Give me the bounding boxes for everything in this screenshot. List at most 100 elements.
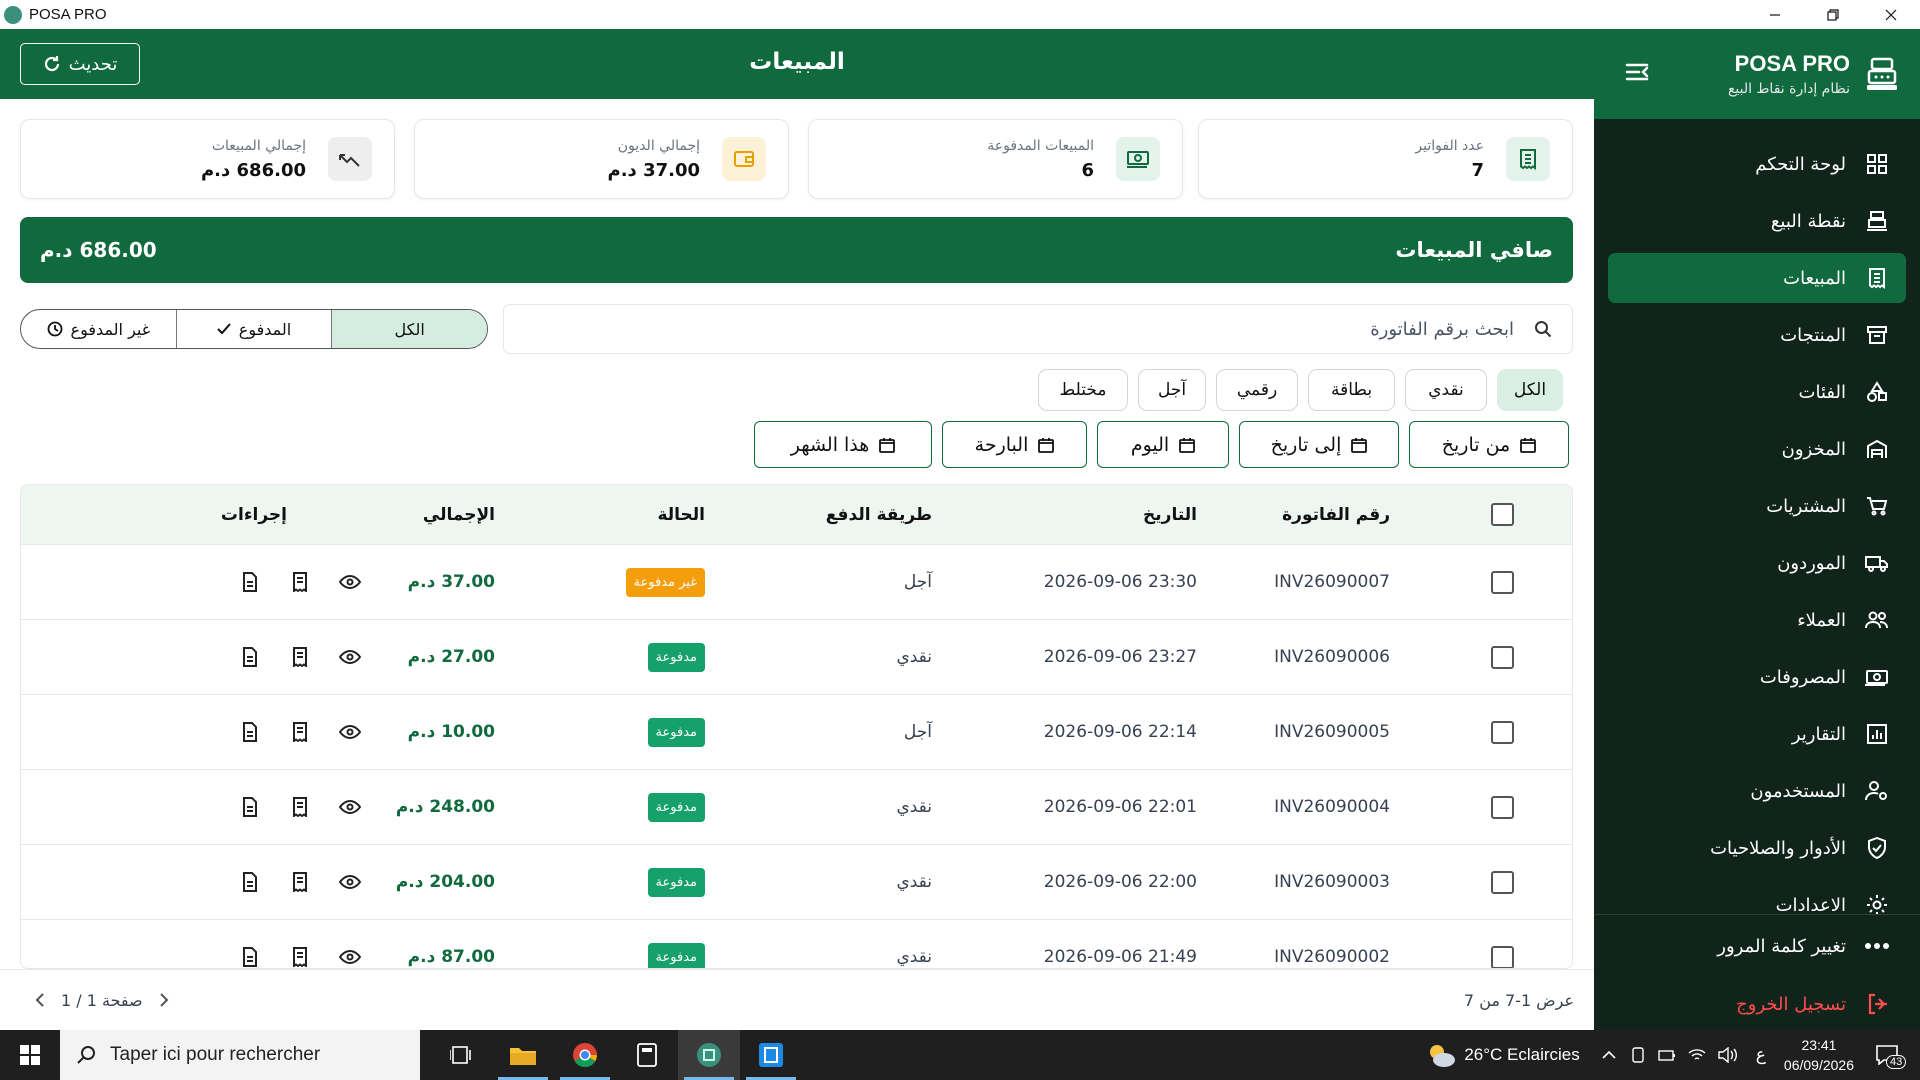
date-button-1[interactable]: إلى تاريخ — [1239, 421, 1399, 468]
table-row[interactable]: INV26090003 2026-09-06 22:00 نقدي مدفوعة 204… — [21, 845, 1572, 920]
notification-center[interactable]: 43 — [1876, 1045, 1907, 1069]
method-chip-3[interactable]: رقمي — [1216, 369, 1298, 411]
taskbar-search-icon — [76, 1045, 96, 1065]
print-receipt-icon[interactable] — [289, 796, 311, 818]
method-chip-0[interactable]: الكل — [1497, 369, 1563, 411]
sidebar-item-12[interactable]: الأدوار والصلاحيات — [1608, 823, 1906, 873]
pdf-document-icon[interactable] — [239, 721, 261, 743]
pdf-document-icon[interactable] — [239, 571, 261, 593]
receipt-icon — [1864, 265, 1890, 291]
row-checkbox[interactable] — [1491, 795, 1514, 819]
date-button-3[interactable]: البارحة — [942, 421, 1087, 468]
status-filter-all[interactable]: الكل — [331, 310, 487, 348]
app-blue-icon[interactable] — [740, 1030, 802, 1080]
sidebar-item-11[interactable]: المستخدمون — [1608, 766, 1906, 816]
archive-icon — [1864, 322, 1890, 348]
view-eye-icon[interactable] — [339, 871, 361, 893]
prev-page-icon[interactable] — [35, 992, 45, 1008]
sidebar-item-6[interactable]: المشتريات — [1608, 481, 1906, 531]
table-row[interactable]: INV26090004 2026-09-06 22:01 نقدي مدفوعة 248… — [21, 770, 1572, 845]
view-eye-icon[interactable] — [339, 571, 361, 593]
print-receipt-icon[interactable] — [289, 571, 311, 593]
row-checkbox[interactable] — [1491, 645, 1514, 669]
pdf-document-icon[interactable] — [239, 646, 261, 668]
table-row[interactable]: INV26090002 2026-09-06 21:49 نقدي مدفوعة 87.… — [21, 920, 1572, 968]
table-row[interactable]: INV26090006 2026-09-06 23:27 نقدي مدفوعة 27.… — [21, 620, 1572, 695]
sidebar-collapse-icon[interactable] — [1624, 61, 1650, 83]
sidebar-item-1[interactable]: نقطة البيع — [1608, 196, 1906, 246]
change-password-label: تغيير كلمة المرور — [1717, 935, 1846, 957]
wifi-icon[interactable] — [1688, 1048, 1706, 1062]
sidebar-item-10[interactable]: التقارير — [1608, 709, 1906, 759]
print-receipt-icon[interactable] — [289, 946, 311, 968]
sidebar-item-5[interactable]: المخزون — [1608, 424, 1906, 474]
print-receipt-icon[interactable] — [289, 871, 311, 893]
date-button-4[interactable]: هذا الشهر — [754, 421, 932, 468]
method-chip-1[interactable]: نقدي — [1405, 369, 1487, 411]
calculator-icon[interactable] — [616, 1030, 678, 1080]
change-password-button[interactable]: تغيير كلمة المرور — [1608, 921, 1906, 971]
logout-button[interactable]: تسجيل الخروج — [1608, 979, 1906, 1029]
refresh-button[interactable]: تحديث — [20, 43, 140, 85]
sidebar-item-3[interactable]: المنتجات — [1608, 310, 1906, 360]
print-receipt-icon[interactable] — [289, 646, 311, 668]
search-input[interactable] — [614, 318, 1514, 340]
window-titlebar: POSA PRO — [0, 0, 1920, 29]
taskbar-search[interactable]: Taper ici pour rechercher — [60, 1030, 420, 1080]
status-filter-paid[interactable]: المدفوع — [175, 310, 332, 348]
print-receipt-icon[interactable] — [289, 721, 311, 743]
restore-button[interactable] — [1804, 0, 1862, 29]
sidebar-item-label: المصروفات — [1759, 666, 1846, 688]
battery-icon[interactable] — [1658, 1048, 1676, 1062]
view-eye-icon[interactable] — [339, 721, 361, 743]
close-window-button[interactable] — [1862, 0, 1920, 29]
payment-method: نقدي — [896, 797, 932, 817]
table-row[interactable]: INV26090005 2026-09-06 22:14 آجل مدفوعة 10.0… — [21, 695, 1572, 770]
sidebar-item-4[interactable]: الفئات — [1608, 367, 1906, 417]
sidebar-item-7[interactable]: الموردون — [1608, 538, 1906, 588]
taskbar-clock[interactable]: 23:41 06/09/2026 — [1784, 1035, 1854, 1075]
payment-method: نقدي — [896, 947, 932, 967]
next-page-icon[interactable] — [159, 992, 169, 1008]
pdf-document-icon[interactable] — [239, 946, 261, 968]
chrome-icon[interactable] — [554, 1030, 616, 1080]
row-checkbox[interactable] — [1491, 720, 1514, 744]
invoice-total: 87.00 د.م — [407, 947, 495, 967]
input-language[interactable]: ع — [1756, 1045, 1766, 1065]
view-eye-icon[interactable] — [339, 646, 361, 668]
posa-pro-taskbar-icon[interactable] — [678, 1030, 740, 1080]
date-button-2[interactable]: اليوم — [1097, 421, 1229, 468]
date-button-0[interactable]: من تاريخ — [1409, 421, 1569, 468]
meet-icon[interactable] — [1630, 1047, 1646, 1063]
row-checkbox[interactable] — [1491, 945, 1514, 968]
sidebar-item-9[interactable]: المصروفات — [1608, 652, 1906, 702]
method-chip-2[interactable]: بطاقة — [1308, 369, 1395, 411]
check-icon — [217, 323, 231, 335]
sidebar-item-label: التقارير — [1791, 723, 1846, 745]
file-explorer-icon[interactable] — [492, 1030, 554, 1080]
page-header: المبيعات تحديث — [0, 29, 1594, 99]
method-chip-5[interactable]: مختلط — [1038, 369, 1128, 411]
pdf-document-icon[interactable] — [239, 796, 261, 818]
task-view-icon[interactable] — [430, 1030, 492, 1080]
volume-icon[interactable] — [1718, 1047, 1738, 1063]
tray-chevron-icon[interactable] — [1602, 1050, 1616, 1060]
view-eye-icon[interactable] — [339, 946, 361, 968]
view-eye-icon[interactable] — [339, 796, 361, 818]
windows-start-icon[interactable] — [0, 1030, 60, 1080]
stat-card-3: إجمالي المبيعات 686.00 د.م — [20, 119, 395, 199]
sidebar-item-8[interactable]: العملاء — [1608, 595, 1906, 645]
method-chip-4[interactable]: آجل — [1138, 369, 1206, 411]
row-checkbox[interactable] — [1491, 870, 1514, 894]
status-filter-unpaid[interactable]: غير المدفوع — [21, 310, 176, 348]
sidebar-item-0[interactable]: لوحة التحكم — [1608, 139, 1906, 189]
invoice-search[interactable] — [503, 304, 1573, 354]
row-checkbox[interactable] — [1491, 570, 1514, 594]
minimize-button[interactable] — [1746, 0, 1804, 29]
pdf-document-icon[interactable] — [239, 871, 261, 893]
select-all-checkbox[interactable] — [1491, 503, 1514, 526]
sidebar-item-2[interactable]: المبيعات — [1608, 253, 1906, 303]
table-row[interactable]: INV26090007 2026-09-06 23:30 آجل غير مدفوعة… — [21, 545, 1572, 620]
net-sales-value: 686.00 د.م — [40, 238, 157, 262]
weather-widget[interactable]: 26°C Eclaircies — [1426, 1042, 1580, 1068]
